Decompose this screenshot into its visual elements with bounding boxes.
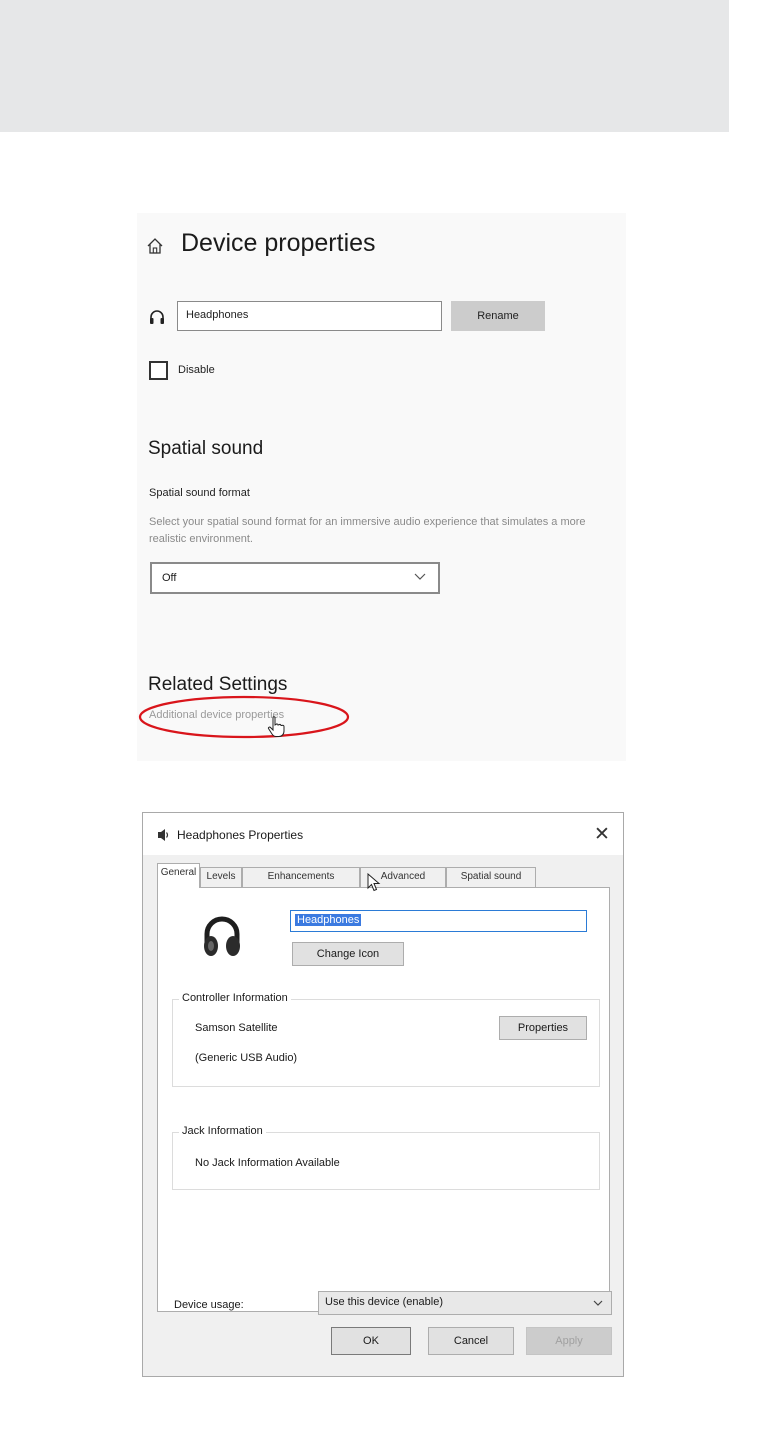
highlight-circle <box>138 695 350 739</box>
device-properties-panel: Device properties Headphones Rename Disa… <box>137 213 626 761</box>
home-icon[interactable] <box>146 237 164 255</box>
spatial-format-value: Off <box>162 572 177 584</box>
spatial-description: Select your spatial sound format for an … <box>149 516 586 545</box>
speaker-icon <box>158 829 169 841</box>
device-usage-label: Device usage: <box>174 1299 244 1311</box>
device-usage-select[interactable]: Use this device (enable) <box>318 1291 612 1315</box>
jack-information-text: No Jack Information Available <box>195 1157 340 1169</box>
rename-button[interactable]: Rename <box>451 301 545 331</box>
device-name-input[interactable]: Headphones <box>177 301 442 331</box>
controller-type: (Generic USB Audio) <box>195 1052 298 1064</box>
hand-cursor-icon <box>267 716 285 737</box>
controller-information-group: Controller Information Samson Satellite … <box>172 992 600 1087</box>
arrow-cursor-icon <box>367 873 381 892</box>
headphones-properties-dialog: Headphones Properties ✕ General Levels E… <box>142 812 624 1377</box>
properties-button[interactable]: Properties <box>499 1016 587 1040</box>
controller-information-label: Controller Information <box>179 992 291 1004</box>
chevron-down-icon <box>593 1300 603 1306</box>
tab-general[interactable]: General <box>157 863 200 888</box>
controller-name: Samson Satellite <box>195 1022 278 1034</box>
cancel-button[interactable]: Cancel <box>428 1327 514 1355</box>
tab-enhancements[interactable]: Enhancements <box>242 867 360 887</box>
top-banner <box>0 0 729 132</box>
change-icon-button[interactable]: Change Icon <box>292 942 404 966</box>
spatial-sound-heading: Spatial sound <box>148 438 264 459</box>
device-name-field[interactable]: Headphones <box>290 910 587 932</box>
chevron-down-icon <box>414 573 426 580</box>
spatial-format-select[interactable]: Off <box>150 562 440 594</box>
tab-levels[interactable]: Levels <box>200 867 242 887</box>
headphones-icon <box>150 310 164 324</box>
disable-checkbox-label: Disable <box>178 364 215 376</box>
disable-checkbox[interactable] <box>149 361 168 380</box>
related-settings-heading: Related Settings <box>148 674 288 695</box>
headphones-icon <box>204 916 240 956</box>
jack-information-group: Jack Information No Jack Information Ava… <box>172 1125 600 1190</box>
spatial-format-label: Spatial sound format <box>149 487 250 499</box>
device-name-selection: Headphones <box>295 914 362 926</box>
device-usage-value: Use this device (enable) <box>325 1296 444 1308</box>
general-tab-page: Headphones Change Icon Controller Inform… <box>157 887 612 1315</box>
jack-information-label: Jack Information <box>179 1125 266 1137</box>
tab-spatial-sound[interactable]: Spatial sound <box>446 867 536 887</box>
ok-button[interactable]: OK <box>331 1327 411 1355</box>
dialog-title: Headphones Properties <box>177 828 304 842</box>
close-icon[interactable]: ✕ <box>594 823 610 846</box>
page-title: Device properties <box>181 229 376 257</box>
dialog-titlebar[interactable]: Headphones Properties ✕ <box>143 813 623 855</box>
apply-button[interactable]: Apply <box>526 1327 612 1355</box>
